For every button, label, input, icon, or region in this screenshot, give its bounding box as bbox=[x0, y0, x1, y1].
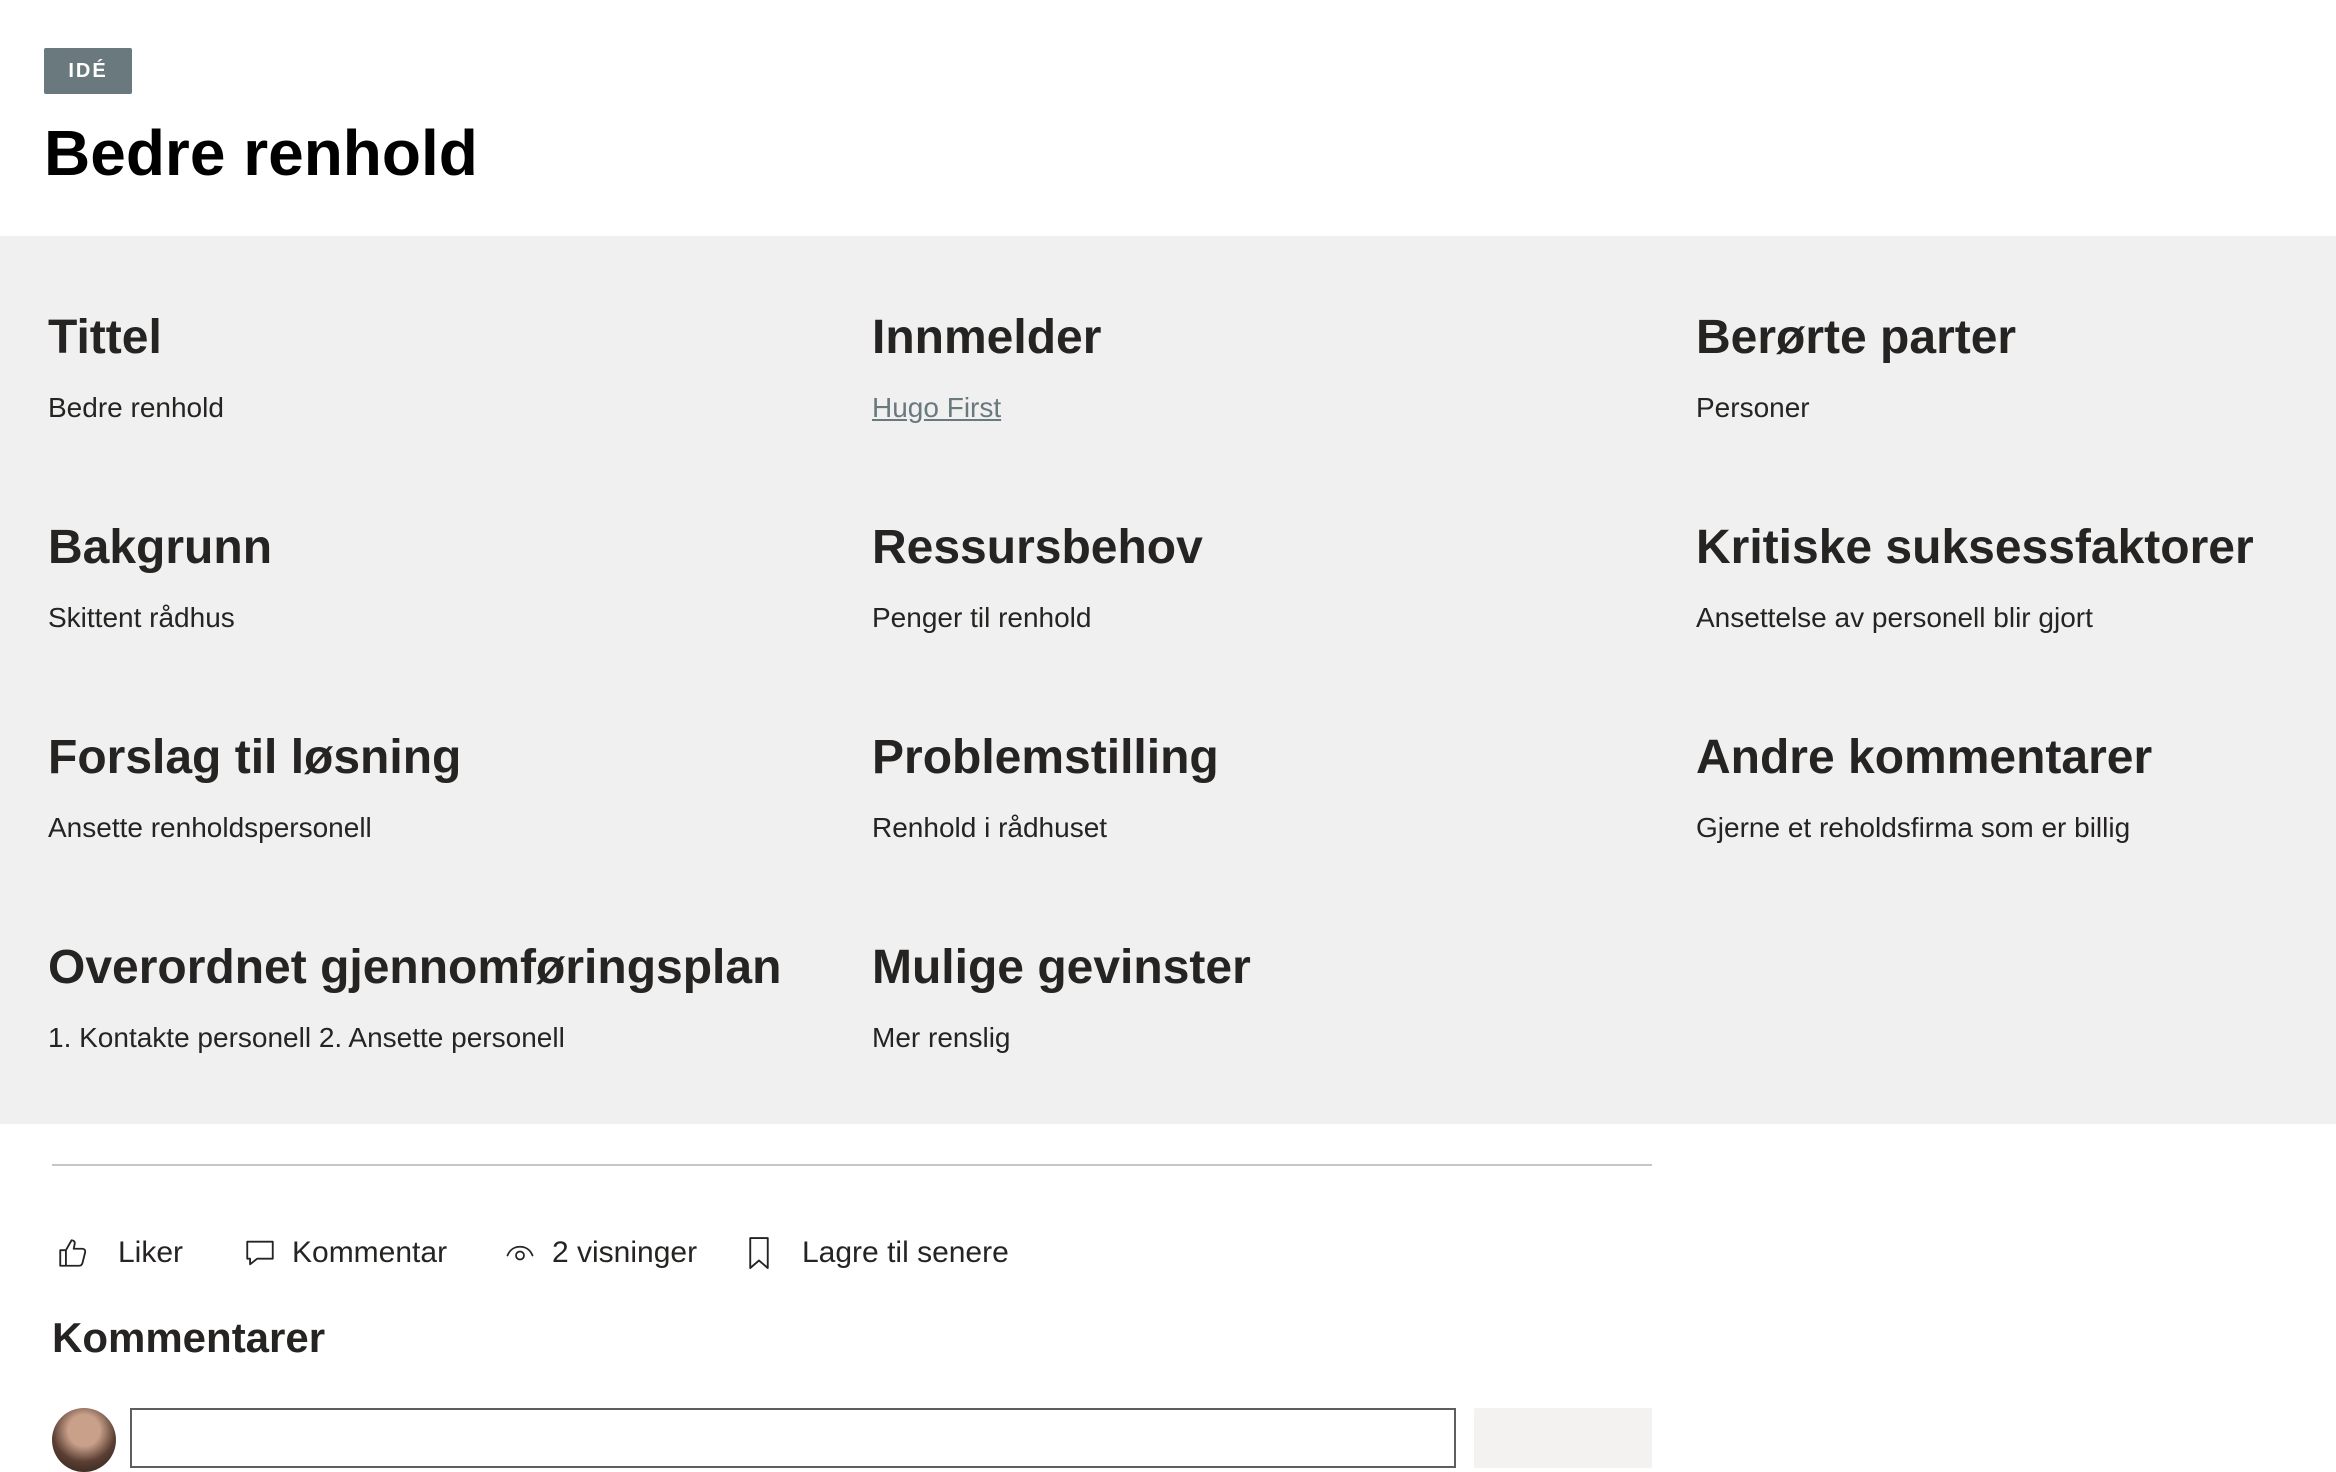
speech-bubble-icon bbox=[242, 1236, 278, 1270]
comments-heading: Kommentarer bbox=[52, 1314, 326, 1361]
page-header: IDÉ Bedre renhold bbox=[0, 0, 2336, 236]
field-label: Forslag til løsning bbox=[48, 731, 462, 784]
avatar bbox=[52, 1408, 116, 1472]
field-problemstilling: Problemstilling Renhold i rådhuset bbox=[872, 728, 1652, 846]
field-label: Mulige gevinster bbox=[872, 941, 1251, 994]
field-value: Mer renslig bbox=[872, 1022, 1011, 1053]
field-value: 1. Kontakte personell 2. Ansette persone… bbox=[48, 1022, 565, 1053]
post-comment-button[interactable] bbox=[1474, 1408, 1652, 1468]
comment-button[interactable]: Kommentar bbox=[242, 1225, 447, 1281]
idea-details-section: Tittel Bedre renhold Innmelder Hugo Firs… bbox=[0, 236, 2336, 1124]
field-label: Overordnet gjennomføringsplan bbox=[48, 941, 782, 994]
field-value: Bedre renhold bbox=[48, 392, 224, 423]
thumbs-up-icon bbox=[56, 1235, 90, 1271]
field-overordnet-gjennomforingsplan: Overordnet gjennomføringsplan 1. Kontakt… bbox=[48, 938, 828, 1056]
views-label: 2 visninger bbox=[552, 1236, 698, 1269]
field-innmelder: Innmelder Hugo First bbox=[872, 308, 1652, 426]
field-value: Skittent rådhus bbox=[48, 602, 235, 633]
field-mulige-gevinster: Mulige gevinster Mer renslig bbox=[872, 938, 1652, 1056]
field-bakgrunn: Bakgrunn Skittent rådhus bbox=[48, 518, 828, 636]
field-label: Andre kommentarer bbox=[1696, 731, 2153, 784]
field-kritiske-suksessfaktorer: Kritiske suksessfaktorer Ansettelse av p… bbox=[1696, 518, 2336, 636]
field-value: Penger til renhold bbox=[872, 602, 1092, 633]
field-label: Problemstilling bbox=[872, 731, 1219, 784]
field-value: Ansette renholdspersonell bbox=[48, 812, 372, 843]
field-value: Gjerne et reholdsfirma som er billig bbox=[1696, 812, 2131, 843]
comment-input[interactable] bbox=[130, 1408, 1456, 1468]
field-berorte-parter: Berørte parter Personer bbox=[1696, 308, 2336, 426]
field-value: Renhold i rådhuset bbox=[872, 812, 1108, 843]
field-label: Tittel bbox=[48, 311, 162, 364]
like-button[interactable]: Liker bbox=[56, 1225, 183, 1281]
field-tittel: Tittel Bedre renhold bbox=[48, 308, 828, 426]
field-value: Ansettelse av personell blir gjort bbox=[1696, 602, 2093, 633]
section-divider bbox=[52, 1164, 1652, 1166]
content-type-badge: IDÉ bbox=[44, 48, 132, 94]
field-andre-kommentarer: Andre kommentarer Gjerne et reholdsfirma… bbox=[1696, 728, 2336, 846]
field-forslag-til-losning: Forslag til løsning Ansette renholdspers… bbox=[48, 728, 828, 846]
field-label: Innmelder bbox=[872, 311, 1102, 364]
comment-label: Kommentar bbox=[292, 1236, 448, 1269]
save-label: Lagre til senere bbox=[802, 1236, 1009, 1269]
bookmark-icon bbox=[744, 1234, 774, 1272]
field-ressursbehov: Ressursbehov Penger til renhold bbox=[872, 518, 1652, 636]
field-label: Bakgrunn bbox=[48, 521, 273, 574]
like-label: Liker bbox=[118, 1236, 184, 1269]
field-label: Berørte parter bbox=[1696, 311, 2017, 364]
eye-icon bbox=[502, 1238, 538, 1268]
views-counter: 2 visninger bbox=[502, 1225, 697, 1281]
field-value: Personer bbox=[1696, 392, 1810, 423]
page-title: Bedre renhold bbox=[44, 117, 478, 189]
field-label: Kritiske suksessfaktorer bbox=[1696, 521, 2254, 574]
save-for-later-button[interactable]: Lagre til senere bbox=[744, 1225, 1009, 1281]
submitter-link[interactable]: Hugo First bbox=[872, 390, 1652, 426]
field-label: Ressursbehov bbox=[872, 521, 1203, 574]
